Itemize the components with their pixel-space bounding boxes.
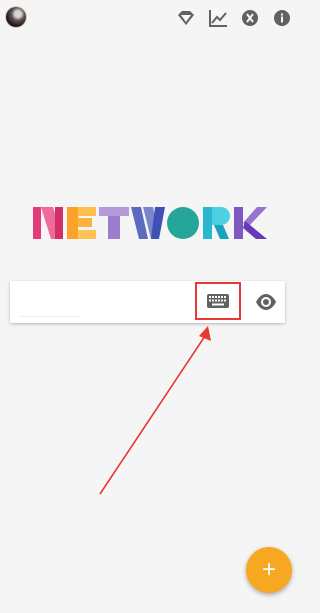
input-card [10,281,285,323]
info-icon[interactable] [272,8,292,28]
text-input[interactable] [20,289,194,317]
user-avatar[interactable] [6,7,26,27]
add-fab[interactable]: + [246,547,292,593]
visibility-toggle[interactable] [255,292,277,312]
top-toolbar [176,8,292,28]
keyboard-button[interactable] [195,282,241,320]
keyboard-icon [207,294,229,308]
chart-icon[interactable] [208,8,228,28]
x-circle-icon[interactable] [240,8,260,28]
input-underline [20,316,80,317]
diamond-icon[interactable] [176,8,196,28]
eye-icon [256,294,276,310]
network-logo [33,206,267,240]
